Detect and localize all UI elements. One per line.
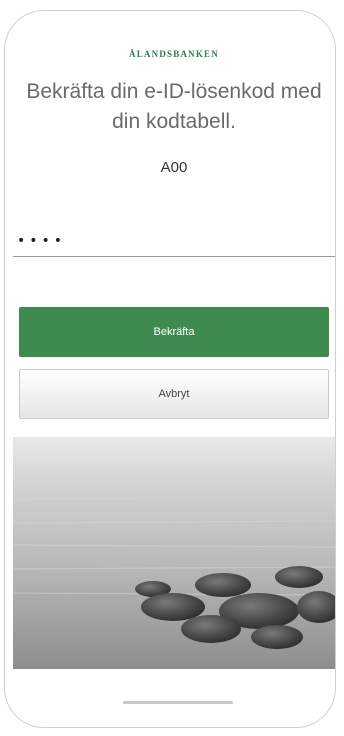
home-indicator[interactable]: [123, 701, 233, 704]
passcode-input[interactable]: [13, 225, 335, 257]
confirm-button[interactable]: Bekräfta: [19, 307, 329, 357]
login-screen: ÅLANDSBANKEN Bekräfta din e-ID-lösenkod …: [13, 11, 335, 669]
bank-logo: ÅLANDSBANKEN: [129, 49, 219, 59]
phone-frame: ÅLANDSBANKEN Bekräfta din e-ID-lösenkod …: [4, 10, 336, 728]
page-title: Bekräfta din e-ID-lösenkod med din kodta…: [26, 80, 322, 133]
code-table-label: A00: [160, 159, 188, 176]
cancel-button[interactable]: Avbryt: [19, 369, 329, 419]
stones-illustration: [13, 437, 335, 669]
stones-photo: [13, 437, 335, 669]
